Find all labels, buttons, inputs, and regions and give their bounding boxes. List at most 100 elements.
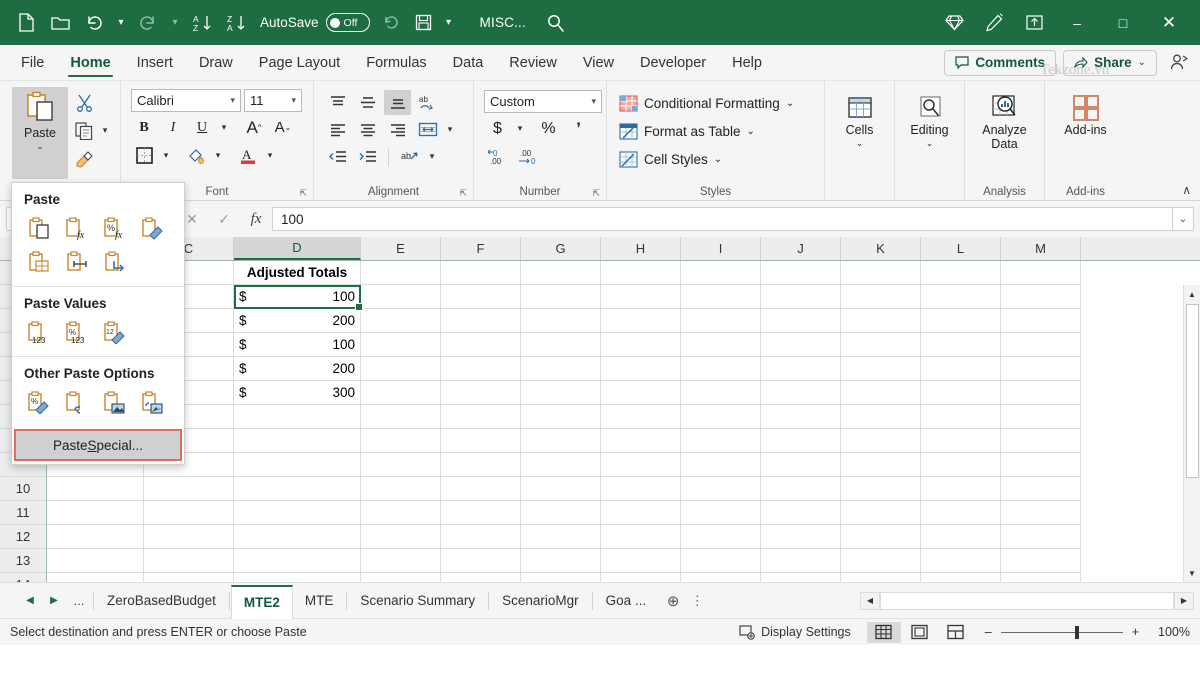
grid-cell[interactable]: $100 xyxy=(234,333,361,357)
normal-view-button[interactable] xyxy=(867,622,901,643)
grid-cell[interactable] xyxy=(1001,501,1081,525)
grid-cell[interactable] xyxy=(521,357,601,381)
sheet-tab-zerobasedbudget[interactable]: ZeroBasedBudget xyxy=(95,584,228,618)
present-icon[interactable] xyxy=(1016,8,1052,38)
formula-input[interactable]: 100 xyxy=(272,207,1172,231)
grid-cell[interactable] xyxy=(841,429,921,453)
grid-cell[interactable] xyxy=(47,525,144,549)
number-format-chevron-icon[interactable]: ▾ xyxy=(591,96,596,107)
undo-icon[interactable] xyxy=(78,8,110,38)
grid-cell[interactable] xyxy=(841,501,921,525)
grid-cell[interactable] xyxy=(521,453,601,477)
borders-chevron-icon[interactable]: ▾ xyxy=(160,150,172,161)
grid-cell[interactable] xyxy=(441,453,521,477)
wrap-text-chevron-icon[interactable]: ▾ xyxy=(426,151,438,162)
grid-cell[interactable]: $200 xyxy=(234,357,361,381)
page-layout-view-button[interactable] xyxy=(903,622,937,643)
vertical-scroll-thumb[interactable] xyxy=(1186,304,1199,478)
increase-indent-button[interactable] xyxy=(354,144,381,169)
currency-chevron-icon[interactable]: ▾ xyxy=(514,123,526,134)
grid-cell[interactable] xyxy=(144,477,234,501)
grid-cell[interactable] xyxy=(521,573,601,582)
grid-cell[interactable] xyxy=(601,573,681,582)
save-icon[interactable] xyxy=(408,8,440,38)
add-sheet-button[interactable]: ⊕ xyxy=(658,592,688,610)
grid-cell[interactable] xyxy=(681,285,761,309)
conditional-formatting-chevron-icon[interactable]: ⌄ xyxy=(786,98,794,109)
align-bottom-button[interactable] xyxy=(384,90,411,115)
autosave-toggle[interactable]: Off xyxy=(326,13,370,32)
grid-cell[interactable] xyxy=(441,501,521,525)
grid-cell[interactable] xyxy=(234,549,361,573)
cells-button[interactable]: Cells ⌄ xyxy=(831,87,888,149)
row-header[interactable]: 14 xyxy=(0,573,46,582)
grid-cell[interactable] xyxy=(841,573,921,582)
sort-ascending-icon[interactable]: AZ xyxy=(186,8,218,38)
tab-insert[interactable]: Insert xyxy=(124,45,186,80)
grid-cell[interactable] xyxy=(1001,381,1081,405)
grid-cell[interactable] xyxy=(521,525,601,549)
grid-cell[interactable] xyxy=(681,333,761,357)
grid-cell[interactable] xyxy=(361,261,441,285)
column-header-F[interactable]: F xyxy=(441,237,521,260)
page-break-preview-button[interactable] xyxy=(939,622,973,643)
grid-cell[interactable] xyxy=(841,285,921,309)
percent-format-button[interactable]: % xyxy=(535,116,562,141)
paste-chevron-icon[interactable]: ⌄ xyxy=(36,141,44,152)
grid-cell[interactable] xyxy=(441,405,521,429)
column-header-K[interactable]: K xyxy=(841,237,921,260)
zoom-slider[interactable] xyxy=(1001,632,1123,633)
grid-cell[interactable] xyxy=(681,309,761,333)
row-header[interactable]: 11 xyxy=(0,501,46,525)
column-header-G[interactable]: G xyxy=(521,237,601,260)
sheet-tab-mte[interactable]: MTE xyxy=(293,584,346,618)
confirm-entry-icon[interactable]: ✓ xyxy=(208,207,240,231)
paste-formatting-only-icon[interactable]: % xyxy=(20,385,58,419)
font-name-combo[interactable]: Calibri ▾ xyxy=(131,89,241,112)
qat-customize-chevron-icon[interactable]: ▾ xyxy=(440,8,458,38)
column-header-J[interactable]: J xyxy=(761,237,841,260)
grid-cell[interactable] xyxy=(441,573,521,582)
grid-cell[interactable] xyxy=(361,357,441,381)
font-color-chevron-icon[interactable]: ▾ xyxy=(264,150,276,161)
share-button[interactable]: Share ⌄ xyxy=(1063,50,1157,76)
grid-cell[interactable] xyxy=(361,453,441,477)
grid-cell[interactable] xyxy=(1001,405,1081,429)
tab-home[interactable]: Home xyxy=(57,45,123,80)
grid-cell[interactable] xyxy=(601,261,681,285)
grid-cell[interactable] xyxy=(841,333,921,357)
grid-cell[interactable] xyxy=(841,477,921,501)
grid-cell[interactable] xyxy=(144,525,234,549)
grid-cell[interactable] xyxy=(1001,333,1081,357)
paste-all-icon[interactable] xyxy=(20,211,58,245)
grid-cell[interactable] xyxy=(921,453,1001,477)
grid-cell[interactable]: $100 xyxy=(234,285,361,309)
sort-descending-icon[interactable]: ZA xyxy=(220,8,252,38)
column-header-E[interactable]: E xyxy=(361,237,441,260)
scroll-left-arrow-icon[interactable]: ◀ xyxy=(860,592,880,610)
grid-cell[interactable] xyxy=(681,573,761,582)
next-sheet-arrow-icon[interactable]: ▶ xyxy=(42,588,66,614)
copy-button[interactable]: ▾ xyxy=(71,117,111,144)
grid-cell[interactable]: $300 xyxy=(234,381,361,405)
tab-file[interactable]: File xyxy=(8,45,57,80)
grid-cell[interactable]: Adjusted Totals xyxy=(234,261,361,285)
font-dialog-launcher[interactable]: ⇱ xyxy=(299,188,307,199)
tab-draw[interactable]: Draw xyxy=(186,45,246,80)
grid-cell[interactable] xyxy=(441,429,521,453)
paste-formulas-number-formatting-icon[interactable]: %fx xyxy=(96,211,134,245)
grid-cell[interactable] xyxy=(361,405,441,429)
grid-cell[interactable] xyxy=(441,309,521,333)
tab-developer[interactable]: Developer xyxy=(627,45,719,80)
sheet-tab-menu-icon[interactable]: ⋮ xyxy=(688,593,706,609)
row-header[interactable]: 12 xyxy=(0,525,46,549)
sheet-tab-goal-seek[interactable]: Goa ... xyxy=(594,584,659,618)
grid-cell[interactable] xyxy=(521,429,601,453)
grid-cell[interactable] xyxy=(681,525,761,549)
horizontal-scroll-track[interactable] xyxy=(880,592,1174,610)
first-sheet-arrow-icon[interactable]: ◀ xyxy=(18,588,42,614)
sheet-tab-mte2[interactable]: MTE2 xyxy=(231,585,293,619)
grid-cell[interactable] xyxy=(921,261,1001,285)
grid-cell[interactable] xyxy=(1001,573,1081,582)
share-chevron-icon[interactable]: ⌄ xyxy=(1138,57,1146,68)
